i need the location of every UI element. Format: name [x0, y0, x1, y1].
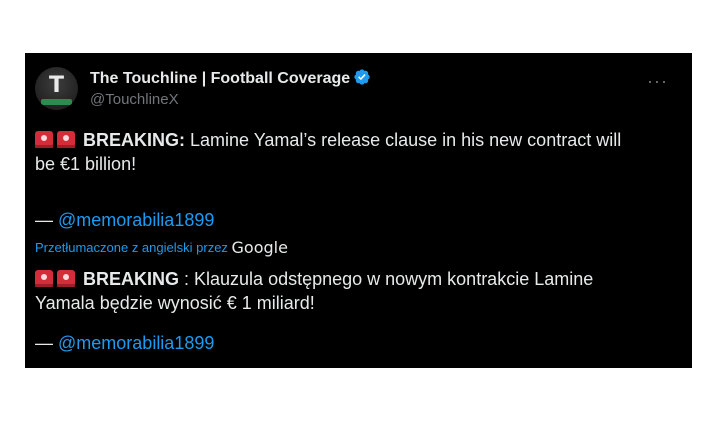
police-light-emoji — [57, 270, 75, 287]
mention-link[interactable]: @memorabilia1899 — [58, 333, 214, 353]
translation-notice-text: Przetłumaczone z angielski przez — [35, 240, 232, 255]
author-handle[interactable]: @TouchlineX — [90, 91, 179, 108]
police-light-emoji-pair — [35, 130, 79, 150]
avatar[interactable]: T — [35, 67, 78, 110]
tweet-text-line1: Lamine Yamal’s release clause in his new… — [185, 130, 622, 150]
more-horizontal-icon[interactable]: ··· — [647, 71, 668, 92]
avatar-logo: T — [48, 73, 64, 98]
tweet-text-original: BREAKING: Lamine Yamal’s release clause … — [35, 128, 675, 176]
breaking-label: BREAKING: — [83, 130, 185, 150]
tweet-text-translated: BREAKING : Klauzula odstępnego w nowym k… — [35, 267, 675, 315]
tweet-card: T The Touchline | Football Coverage @Tou… — [25, 53, 692, 368]
police-light-emoji — [57, 131, 75, 148]
translation-notice[interactable]: Przetłumaczone z angielski przez Google — [35, 238, 288, 257]
breaking-label: BREAKING — [83, 269, 180, 289]
translated-text-line2: Yamala będzie wynosić € 1 miliard! — [35, 293, 315, 313]
avatar-pitch-stripe — [41, 99, 72, 105]
translated-text-line1: : Klauzula odstępnego w nowym kontrakcie… — [179, 269, 594, 289]
credit-original: — @memorabilia1899 — [35, 210, 214, 231]
credit-dash: — — [35, 333, 59, 353]
police-light-emoji-pair — [35, 269, 79, 289]
author-name-row[interactable]: The Touchline | Football Coverage — [90, 68, 371, 88]
credit-translated: — @memorabilia1899 — [35, 333, 214, 354]
mention-link[interactable]: @memorabilia1899 — [58, 210, 214, 230]
author-display-name[interactable]: The Touchline | Football Coverage — [90, 70, 350, 87]
credit-dash: — — [35, 210, 59, 230]
verified-badge-icon — [354, 69, 370, 85]
police-light-emoji — [35, 131, 53, 148]
tweet-text-line2: be €1 billion! — [35, 154, 137, 174]
google-logo: Google — [231, 238, 288, 257]
police-light-emoji — [35, 270, 53, 287]
